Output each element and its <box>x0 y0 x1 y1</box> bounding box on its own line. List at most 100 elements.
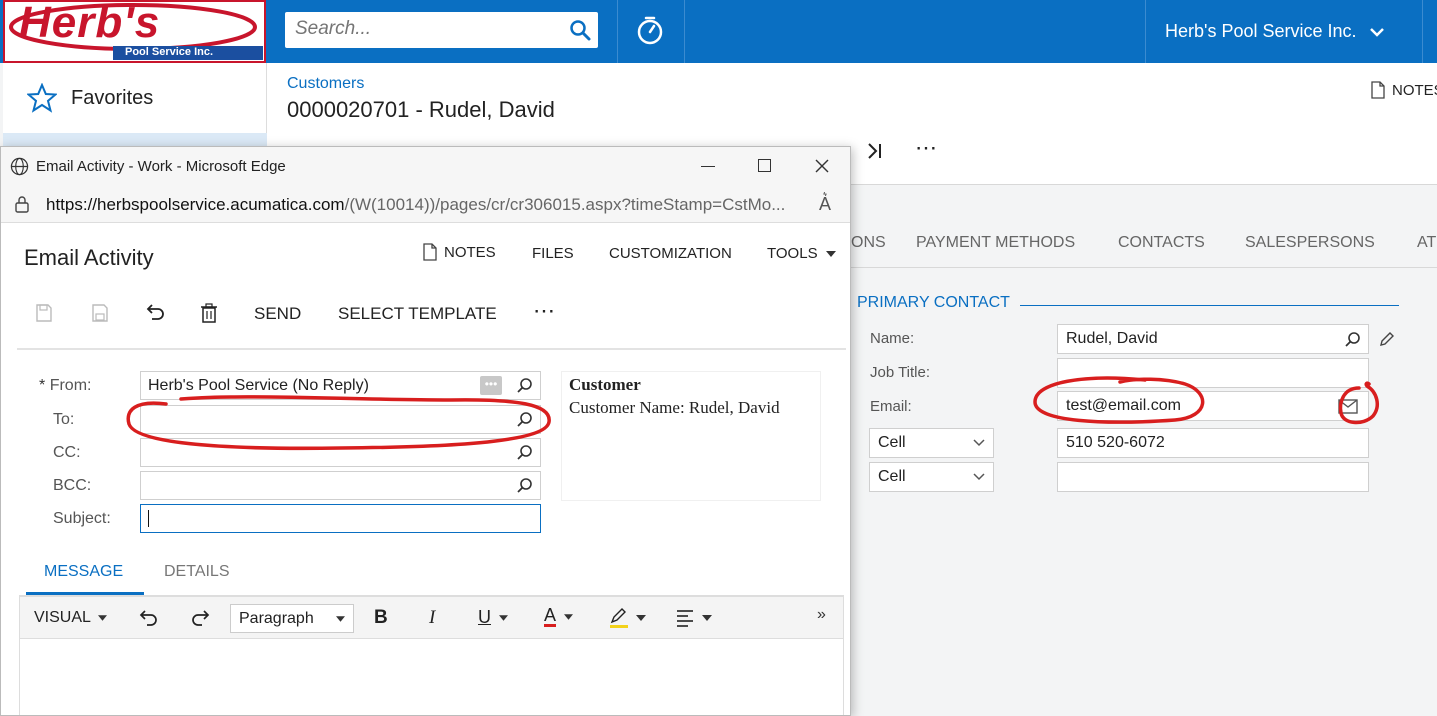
sidebar-item-label: Favorites <box>71 86 154 109</box>
phone1-type-select[interactable]: Cell <box>869 428 994 458</box>
subject-label: Subject: <box>53 510 111 527</box>
visual-label: VISUAL <box>34 609 91 626</box>
tab-details[interactable]: DETAILS <box>164 563 230 581</box>
phone2-type-select[interactable]: Cell <box>869 462 994 492</box>
search-box[interactable] <box>285 12 598 48</box>
annotation-mail-icon-circle <box>1338 381 1379 425</box>
paragraph-style-select[interactable]: Paragraph <box>230 604 354 633</box>
editor-undo-icon[interactable] <box>137 609 159 627</box>
caret-down-icon <box>499 614 508 621</box>
form-title: Email Activity <box>24 245 154 270</box>
breadcrumb[interactable]: Customers <box>287 75 364 93</box>
save-icon[interactable] <box>90 303 110 323</box>
bold-icon[interactable]: B <box>374 607 388 629</box>
text-cursor <box>148 510 149 527</box>
lock-icon <box>15 196 29 213</box>
edit-pencil-icon[interactable] <box>1378 330 1396 348</box>
phone1-value: 510 520-6072 <box>1066 434 1165 451</box>
email-activity-window: Email Activity - Work - Microsoft Edge h… <box>0 146 851 716</box>
globe-icon <box>10 157 29 176</box>
read-aloud-icon[interactable]: A͛ <box>819 194 831 215</box>
customer-preview-panel: Customer Customer Name: Rudel, David <box>561 371 821 501</box>
cc-label: CC: <box>53 444 81 461</box>
phone1-type: Cell <box>878 434 906 451</box>
lookup-icon[interactable] <box>1344 331 1362 349</box>
tab-payment-methods[interactable]: PAYMENT METHODS <box>916 234 1075 252</box>
address-bar[interactable]: https://herbspoolservice.acumatica.com/(… <box>1 185 850 223</box>
tools-menu[interactable]: TOOLS <box>767 245 836 262</box>
url-host: https://herbspoolservice.acumatica.com <box>46 195 345 214</box>
tab-contacts[interactable]: CONTACTS <box>1118 234 1205 252</box>
bcc-field[interactable] <box>140 471 541 500</box>
from-label-text: From: <box>49 377 92 394</box>
send-button[interactable]: SEND <box>254 304 301 324</box>
email-label: Email: <box>870 398 912 415</box>
tab-salespersons[interactable]: SALESPERSONS <box>1245 234 1375 252</box>
tab-attributes[interactable]: AT <box>1417 234 1436 252</box>
minimize-icon[interactable] <box>701 166 715 167</box>
maximize-icon[interactable] <box>758 159 771 172</box>
caret-down-icon <box>97 615 107 621</box>
notes-button[interactable]: NOTES <box>1370 81 1437 99</box>
company-name: Herb's Pool Service Inc. <box>1165 21 1357 41</box>
search-icon[interactable] <box>568 18 592 42</box>
name-field[interactable]: Rudel, David <box>1057 324 1369 354</box>
logo-subtext: Pool Service Inc. <box>125 46 214 58</box>
url-path: /(W(10014))/pages/cr/cr306015.aspx?timeS… <box>344 195 786 214</box>
phone2-field[interactable] <box>1057 462 1369 492</box>
close-icon[interactable] <box>814 158 830 174</box>
required-asterisk: * <box>39 377 46 394</box>
select-template-button[interactable]: SELECT TEMPLATE <box>338 304 497 324</box>
url-text: https://herbspoolservice.acumatica.com/(… <box>46 195 785 215</box>
subject-input[interactable] <box>140 504 541 533</box>
chevron-down-icon <box>973 439 985 447</box>
star-icon <box>27 83 57 113</box>
expand-toolbar-icon[interactable]: » <box>817 606 826 624</box>
search-input[interactable] <box>285 12 555 46</box>
tab-partial[interactable]: ONS <box>851 234 886 252</box>
recent-history-icon[interactable] <box>634 15 666 47</box>
phone1-field[interactable]: 510 520-6072 <box>1057 428 1369 458</box>
sidebar-item-favorites[interactable]: Favorites <box>3 63 267 133</box>
align-icon[interactable] <box>676 608 716 628</box>
topbar-divider <box>684 0 685 63</box>
files-button[interactable]: FILES <box>532 245 574 262</box>
highlight-color-icon[interactable] <box>608 607 648 629</box>
annotation-to-field-circle <box>126 395 551 451</box>
underline-icon[interactable]: U <box>478 607 508 628</box>
more-actions-icon[interactable]: ⋯ <box>915 135 939 161</box>
visual-mode-select[interactable]: VISUAL <box>34 609 107 627</box>
lookup-icon[interactable] <box>516 477 534 495</box>
job-title-label: Job Title: <box>870 364 931 381</box>
italic-icon[interactable]: I <box>429 607 435 629</box>
tab-message[interactable]: MESSAGE <box>44 563 123 581</box>
window-title: Email Activity - Work - Microsoft Edge <box>36 158 286 175</box>
document-icon <box>1371 81 1385 99</box>
paragraph-label: Paragraph <box>239 609 314 627</box>
delete-trash-icon[interactable] <box>200 303 218 323</box>
window-titlebar[interactable]: Email Activity - Work - Microsoft Edge <box>1 147 850 185</box>
caret-down-icon <box>825 250 836 257</box>
topbar-divider <box>1422 0 1423 63</box>
editor-toolbar: VISUAL Paragraph B I U A » <box>19 596 844 639</box>
save-close-icon[interactable] <box>34 303 54 323</box>
undo-icon[interactable] <box>143 303 165 323</box>
chevron-down-icon <box>1369 27 1384 37</box>
page-title: 0000020701 - Rudel, David <box>287 97 555 122</box>
chevron-down-icon <box>973 473 985 481</box>
customization-button[interactable]: CUSTOMIZATION <box>609 245 732 262</box>
more-actions-icon[interactable]: ⋯ <box>533 298 557 324</box>
name-label: Name: <box>870 330 915 347</box>
last-record-icon[interactable] <box>865 141 885 161</box>
caret-down-icon <box>336 615 345 622</box>
message-editor-body[interactable] <box>19 639 844 715</box>
name-value: Rudel, David <box>1066 330 1158 347</box>
popup-notes-button[interactable]: NOTES <box>422 243 496 261</box>
editor-redo-icon[interactable] <box>190 609 212 627</box>
annotation-email-circle <box>1033 376 1205 424</box>
company-selector[interactable]: Herb's Pool Service Inc. <box>1146 0 1422 63</box>
company-logo[interactable]: Herb's Pool Service Inc. <box>3 0 266 63</box>
caret-down-icon <box>564 613 574 620</box>
font-color-icon[interactable]: A <box>544 606 574 627</box>
tab-divider <box>851 267 1437 268</box>
